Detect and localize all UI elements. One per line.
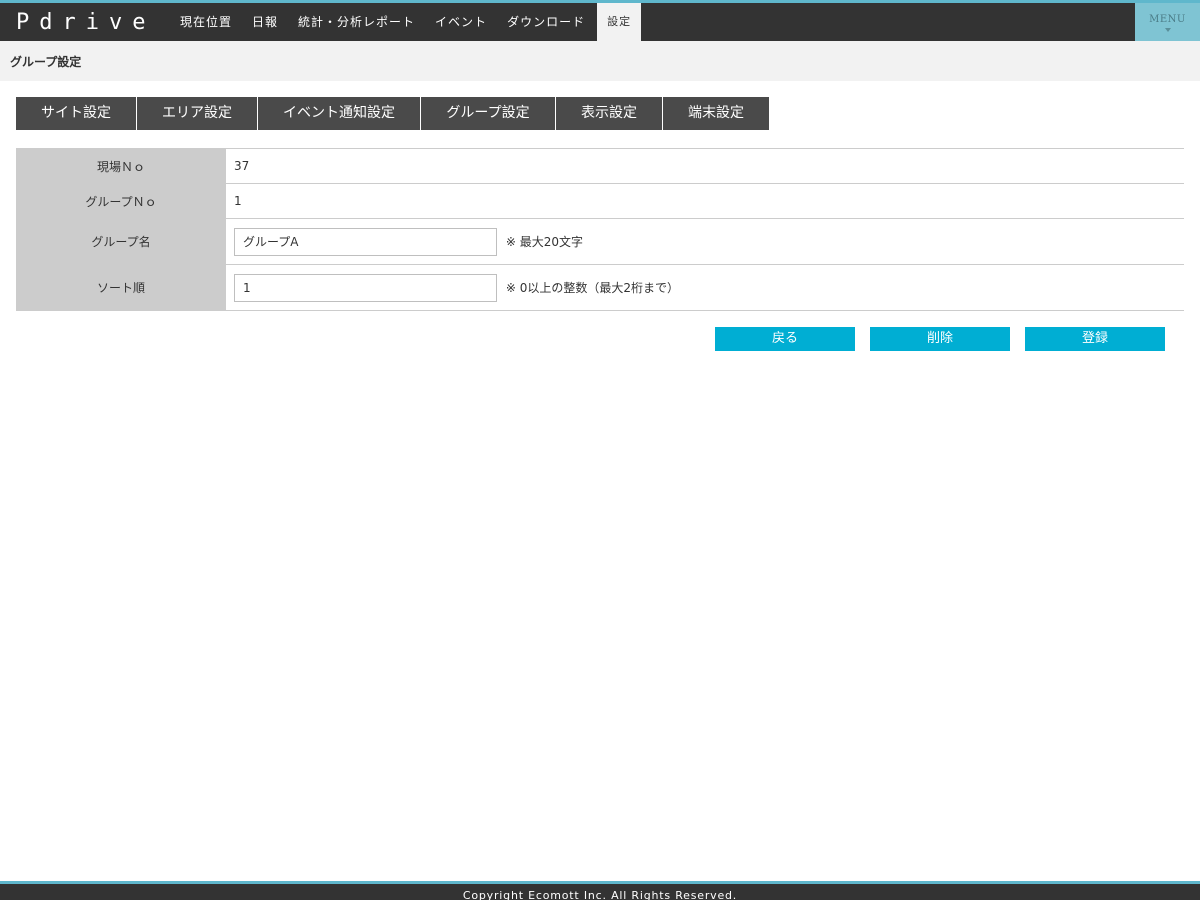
copyright-text: Copyright Ecomott Inc. All Rights Reserv… [462, 889, 738, 900]
settings-tabs: サイト設定 エリア設定 イベント通知設定 グループ設定 表示設定 端末設定 [16, 97, 769, 130]
form-row-group-no: グループＮｏ 1 [16, 183, 1184, 219]
title-bar: グループ設定 [0, 41, 1200, 81]
tab-site-settings[interactable]: サイト設定 [16, 97, 137, 130]
tab-display-settings[interactable]: 表示設定 [556, 97, 663, 130]
group-name-input[interactable] [234, 227, 497, 256]
nav-item-statistics-report[interactable]: 統計・分析レポート [288, 3, 425, 41]
nav-item-download[interactable]: ダウンロード [497, 3, 595, 41]
group-name-label: グループ名 [16, 218, 226, 265]
nav-item-current-location[interactable]: 現在位置 [170, 3, 242, 41]
sort-order-input[interactable] [234, 273, 497, 302]
tab-event-notification-settings[interactable]: イベント通知設定 [258, 97, 421, 130]
form-actions: 戻る 削除 登録 [715, 327, 1165, 351]
site-no-value: 37 [226, 148, 1184, 184]
main-nav: 現在位置 日報 統計・分析レポート イベント ダウンロード 設定 [170, 3, 642, 41]
tab-device-settings[interactable]: 端末設定 [663, 97, 769, 130]
menu-button[interactable]: MENU [1135, 3, 1200, 41]
group-no-value: 1 [226, 183, 1184, 219]
tab-area-settings[interactable]: エリア設定 [137, 97, 258, 130]
page-title: グループ設定 [10, 55, 82, 69]
form-row-site-no: 現場Ｎｏ 37 [16, 148, 1184, 184]
tab-group-settings[interactable]: グループ設定 [421, 97, 556, 130]
nav-item-daily-report[interactable]: 日報 [242, 3, 288, 41]
footer: Copyright Ecomott Inc. All Rights Reserv… [0, 881, 1200, 900]
nav-item-events[interactable]: イベント [425, 3, 497, 41]
sort-order-note: ※ 0以上の整数（最大2桁まで） [505, 281, 679, 295]
register-button[interactable]: 登録 [1025, 327, 1165, 351]
delete-button[interactable]: 削除 [870, 327, 1010, 351]
site-no-label: 現場Ｎｏ [16, 148, 226, 184]
top-header: Pdrive 現在位置 日報 統計・分析レポート イベント ダウンロード 設定 … [0, 0, 1200, 41]
form-row-sort-order: ソート順 ※ 0以上の整数（最大2桁まで） [16, 264, 1184, 311]
caret-down-icon [1164, 28, 1171, 32]
logo[interactable]: Pdrive [16, 8, 155, 38]
nav-item-settings[interactable]: 設定 [597, 3, 642, 41]
page: Pdrive 現在位置 日報 統計・分析レポート イベント ダウンロード 設定 … [0, 0, 1200, 900]
sort-order-label: ソート順 [16, 264, 226, 311]
back-button[interactable]: 戻る [715, 327, 855, 351]
menu-button-label: MENU [1149, 14, 1186, 25]
sort-order-cell: ※ 0以上の整数（最大2桁まで） [226, 264, 1184, 311]
group-settings-form: 現場Ｎｏ 37 グループＮｏ 1 グループ名 ※ 最大20文字 ソート順 ※ 0… [16, 148, 1184, 311]
form-row-group-name: グループ名 ※ 最大20文字 [16, 218, 1184, 265]
group-name-cell: ※ 最大20文字 [226, 218, 1184, 265]
group-name-note: ※ 最大20文字 [505, 235, 583, 249]
group-no-label: グループＮｏ [16, 183, 226, 219]
